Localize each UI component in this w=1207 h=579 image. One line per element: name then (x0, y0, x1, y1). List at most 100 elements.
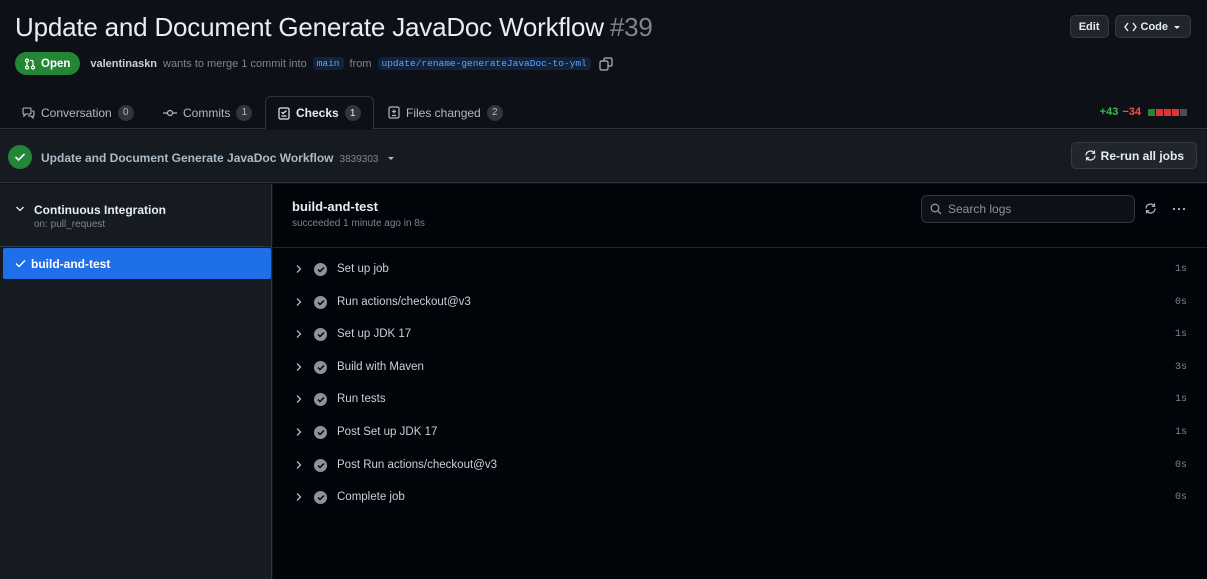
tab-checks-count: 1 (344, 105, 361, 121)
refresh-icon[interactable] (1144, 202, 1157, 215)
step-name: Set up JDK 17 (337, 328, 412, 341)
sync-icon (1085, 150, 1096, 161)
job-title: build-and-test (292, 199, 378, 214)
step-success-icon (314, 328, 327, 342)
edit-button[interactable]: Edit (1069, 15, 1109, 38)
step-success-icon (314, 425, 327, 439)
job-header: build-and-test succeeded 1 minute ago in… (273, 184, 1207, 248)
job-log-panel: build-and-test succeeded 1 minute ago in… (273, 184, 1207, 579)
tab-conversation-label: Conversation (41, 105, 112, 120)
search-icon (930, 203, 942, 215)
merge-text: wants to merge 1 commit into (163, 57, 307, 70)
chevron-right-icon (296, 493, 302, 502)
step-success-icon (314, 393, 327, 407)
chevron-right-icon (296, 330, 302, 339)
success-check-icon (8, 145, 32, 169)
chevron-right-icon (296, 395, 302, 404)
from-text: from (349, 57, 372, 70)
tab-conversation-count: 0 (117, 104, 134, 121)
tab-checks-label: Checks (296, 106, 339, 120)
step-duration: 0s (1174, 492, 1187, 504)
step-row[interactable]: Set up JDK 17 1s (273, 319, 1207, 352)
step-name: Build with Maven (337, 360, 424, 373)
step-duration: 1s (1174, 329, 1187, 341)
steps-list: Set up job 1s Run actions/checkout@v3 0s… (273, 254, 1207, 515)
step-duration: 1s (1174, 426, 1187, 438)
code-button[interactable]: Code (1114, 15, 1191, 38)
step-duration: 0s (1174, 459, 1187, 471)
author-link[interactable]: valentinaskn (90, 58, 157, 70)
tab-conversation[interactable]: Conversation 0 (22, 96, 134, 129)
tab-files-changed-label: Files changed (406, 105, 481, 120)
tab-files-changed[interactable]: Files changed 2 (388, 96, 503, 129)
step-name: Run actions/checkout@v3 (337, 295, 471, 308)
sidebar-item-build-and-test[interactable]: build-and-test (3, 248, 271, 279)
step-row[interactable]: Post Run actions/checkout@v3 0s (273, 450, 1207, 483)
step-name: Run tests (337, 393, 386, 406)
tab-commits-count: 1 (236, 104, 253, 121)
search-logs-input[interactable] (948, 202, 1128, 216)
chevron-right-icon (296, 265, 302, 273)
step-name: Post Set up JDK 17 (337, 425, 438, 438)
code-button-label: Code (1140, 20, 1169, 33)
step-row[interactable]: Post Set up JDK 17 1s (273, 417, 1207, 450)
pull-request-icon (24, 57, 36, 70)
job-status: succeeded 1 minute ago in 8s (292, 218, 425, 229)
workflow-title-text: Update and Document Generate JavaDoc Wor… (41, 151, 334, 165)
search-logs-field[interactable] (921, 195, 1135, 223)
header-actions: Edit Code (1069, 15, 1191, 38)
step-row[interactable]: Set up job 1s (273, 254, 1207, 287)
step-success-icon (314, 360, 327, 374)
workflow-name: Continuous Integration (34, 203, 166, 217)
step-success-icon (314, 263, 327, 276)
rerun-all-jobs-button[interactable]: Re-run all jobs (1070, 142, 1197, 169)
copy-icon[interactable] (599, 56, 613, 71)
conversation-icon (22, 106, 35, 119)
chevron-right-icon (296, 297, 302, 306)
workflow-run-title[interactable]: Update and Document Generate JavaDoc Wor… (41, 151, 396, 165)
status-label: Open (41, 57, 71, 70)
rerun-label: Re-run all jobs (1100, 148, 1184, 163)
step-success-icon (314, 458, 327, 472)
step-name: Post Run actions/checkout@v3 (337, 458, 497, 471)
pr-number: #39 (609, 12, 653, 42)
diffstat-blocks (1148, 108, 1187, 116)
chevron-down-icon (387, 157, 394, 160)
kebab-menu-icon[interactable] (1172, 207, 1186, 211)
code-icon (1123, 22, 1137, 31)
chevron-right-icon (296, 460, 302, 469)
check-icon (15, 260, 26, 268)
workflow-trigger: on: pull_request (34, 219, 106, 230)
pr-tabs: Conversation 0 Commits 1 Checks 1 Files … (0, 96, 1207, 130)
step-name: Set up job (337, 263, 389, 275)
page-title: Update and Document Generate JavaDoc Wor… (15, 12, 653, 43)
tab-commits-label: Commits (183, 105, 231, 120)
head-branch[interactable]: update/rename-generateJavaDoc-to-yml (377, 57, 591, 70)
file-diff-icon (388, 106, 400, 119)
workflow-group[interactable]: Continuous Integration on: pull_request (0, 184, 271, 247)
step-name: Complete job (337, 491, 405, 504)
step-row[interactable]: Run actions/checkout@v3 0s (273, 287, 1207, 320)
base-branch[interactable]: main (312, 57, 344, 70)
step-row[interactable]: Build with Maven 3s (273, 352, 1207, 385)
chevron-right-icon (296, 362, 302, 371)
jobs-sidebar: Continuous Integration on: pull_request … (0, 184, 272, 579)
pr-meta: Open valentinaskn wants to merge 1 commi… (15, 52, 613, 75)
tab-checks[interactable]: Checks 1 (265, 96, 374, 130)
chevron-right-icon (296, 428, 302, 436)
step-success-icon (314, 295, 327, 309)
tab-commits[interactable]: Commits 1 (163, 96, 253, 129)
step-row[interactable]: Run tests 1s (273, 384, 1207, 417)
sidebar-job-label: build-and-test (31, 256, 111, 271)
chevron-down-icon (1174, 25, 1180, 29)
step-success-icon (314, 491, 327, 505)
step-duration: 1s (1174, 394, 1187, 406)
chevron-down-icon (16, 206, 24, 212)
pr-title-text: Update and Document Generate JavaDoc Wor… (15, 12, 604, 42)
step-duration: 0s (1174, 296, 1187, 308)
status-badge: Open (15, 52, 81, 75)
workflow-run-bar: Update and Document Generate JavaDoc Wor… (0, 130, 1207, 183)
diffstat: +43 −34 (1100, 106, 1187, 118)
workflow-sha: 3839303 (339, 154, 379, 165)
step-row[interactable]: Complete job 0s (273, 482, 1207, 515)
